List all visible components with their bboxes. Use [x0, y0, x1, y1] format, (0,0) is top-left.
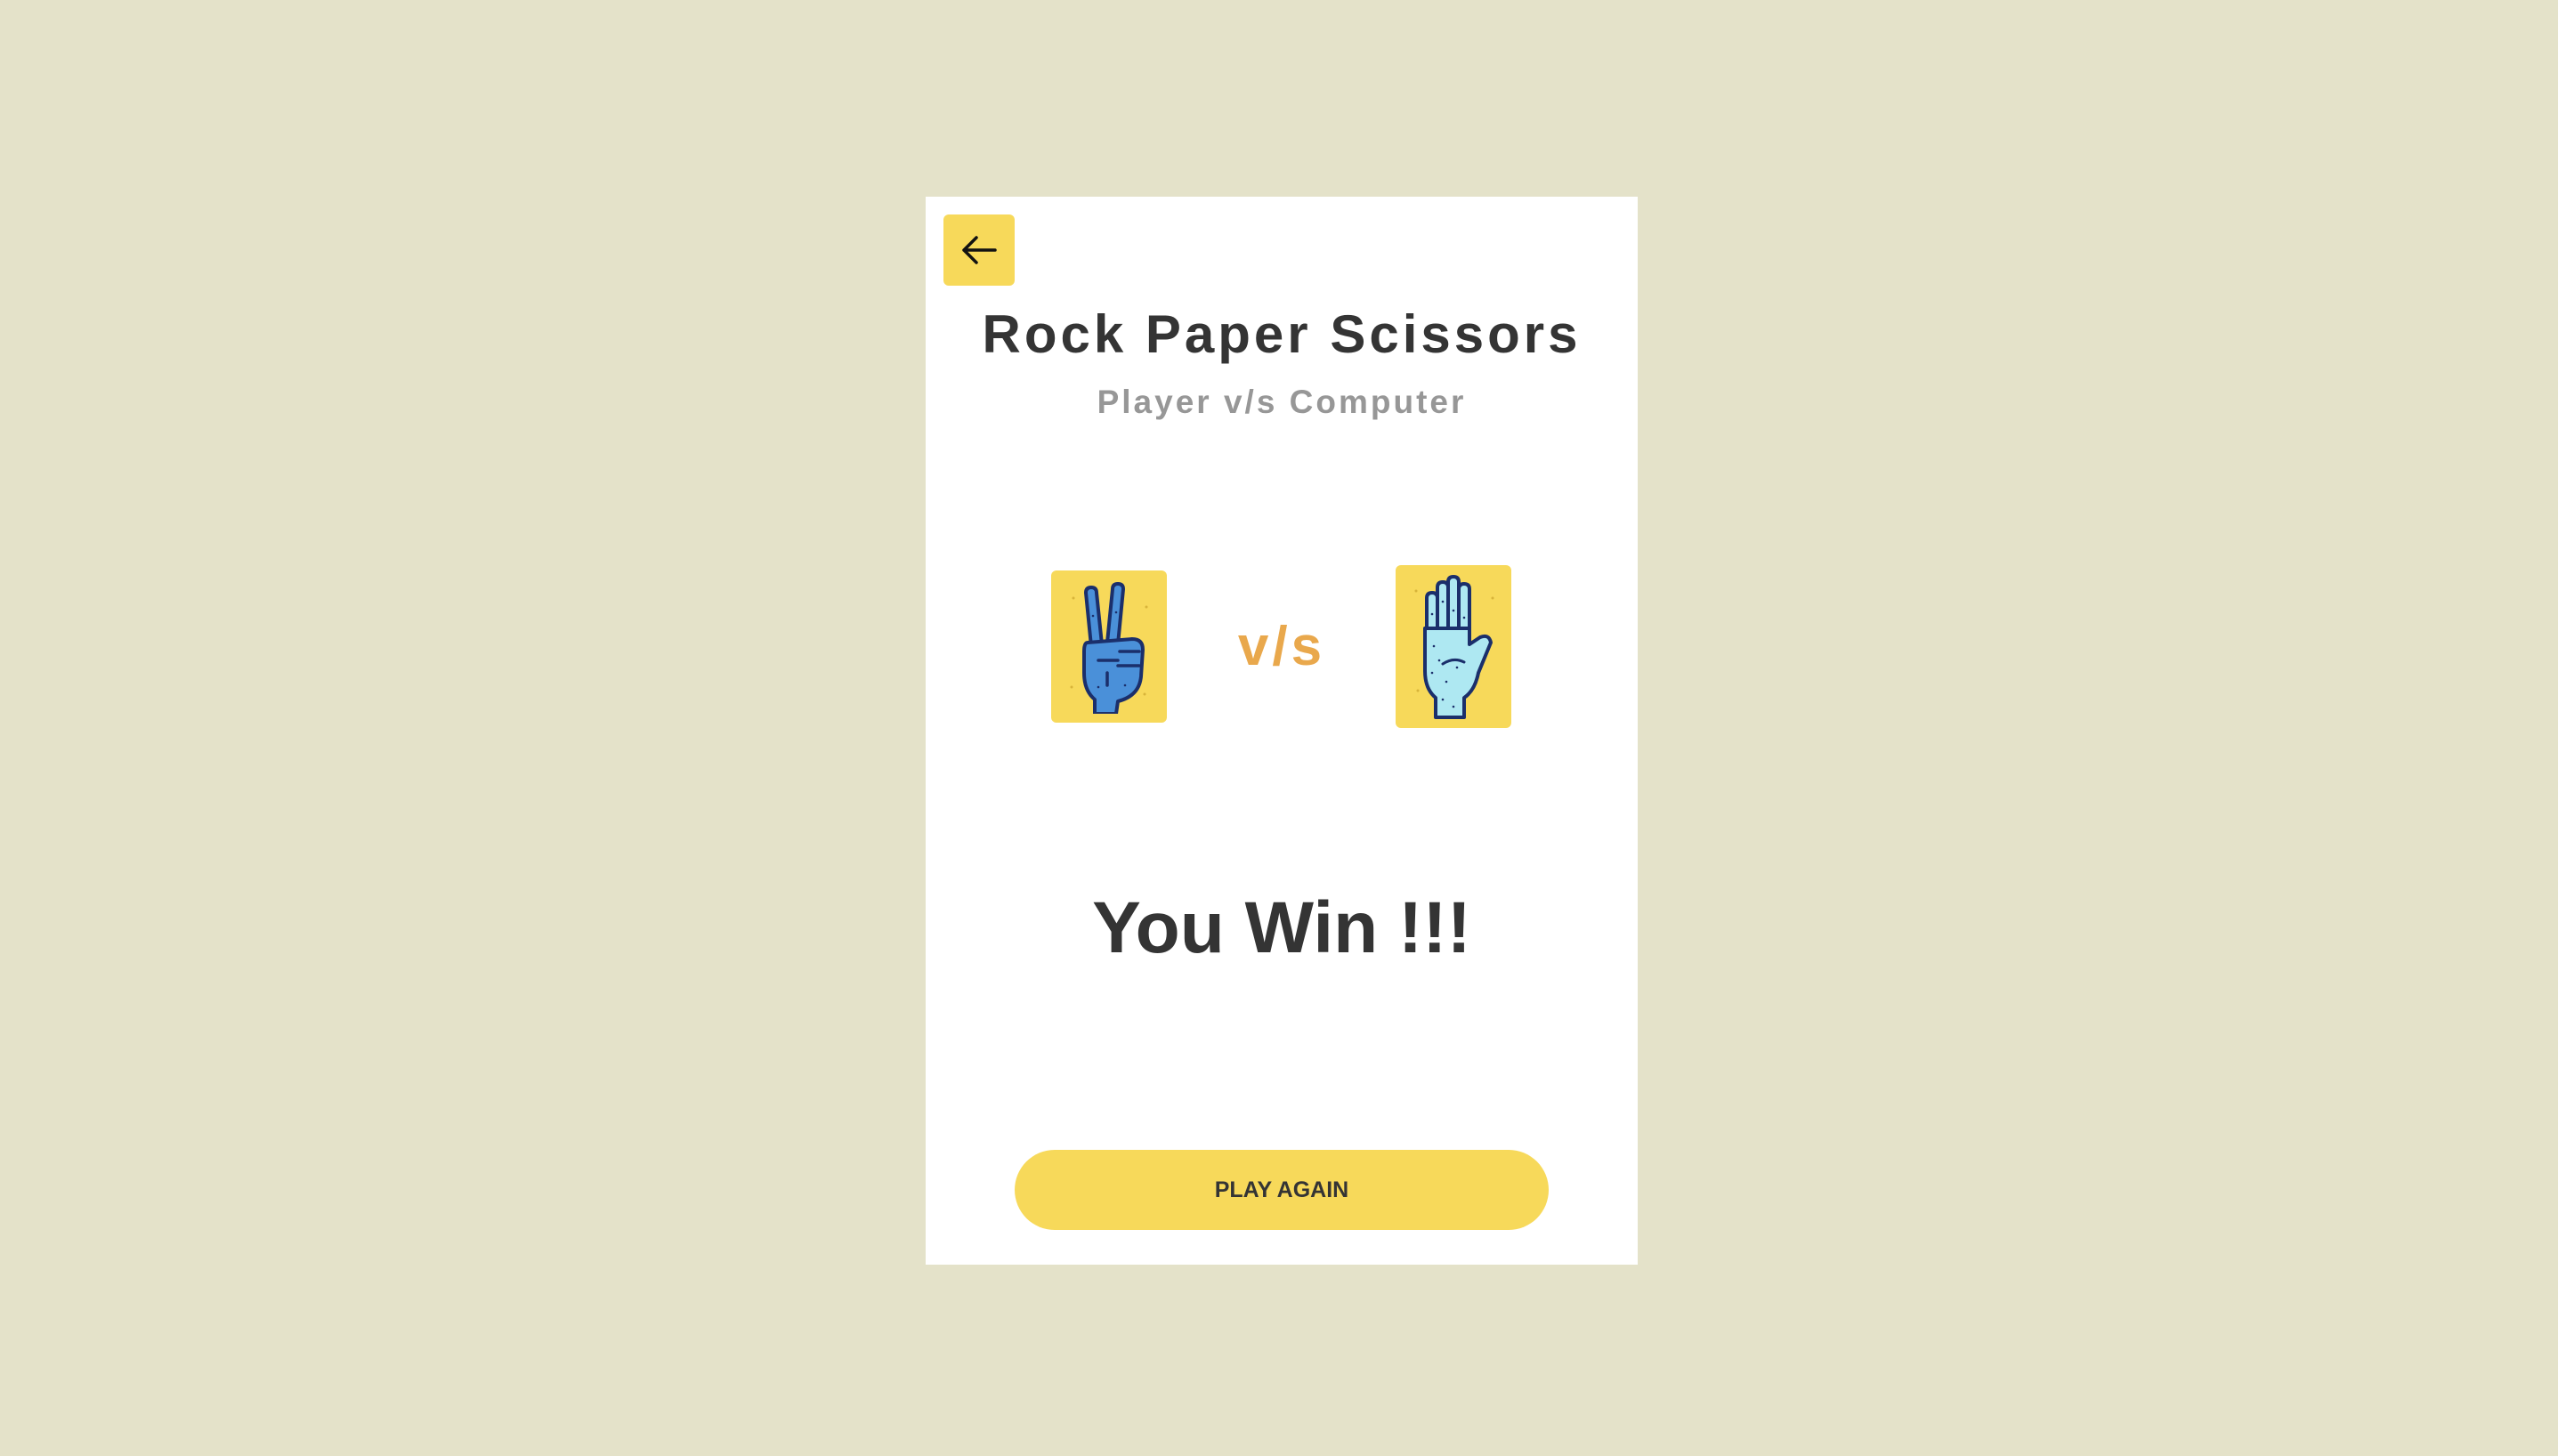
paper-hand-icon — [1414, 574, 1494, 719]
result-message: You Win !!! — [1092, 887, 1471, 968]
scissors-hand-icon — [1070, 581, 1148, 714]
play-again-button[interactable]: PLAY AGAIN — [1015, 1150, 1549, 1230]
player-choice — [1051, 570, 1167, 723]
arrow-left-icon — [962, 236, 997, 264]
game-title: Rock Paper Scissors — [982, 304, 1582, 364]
versus-label: v/s — [1237, 616, 1326, 677]
computer-choice — [1396, 565, 1511, 728]
back-button[interactable] — [943, 214, 1015, 286]
game-subtitle: Player v/s Computer — [1097, 384, 1467, 420]
game-card: Rock Paper Scissors Player v/s Computer … — [926, 197, 1638, 1265]
